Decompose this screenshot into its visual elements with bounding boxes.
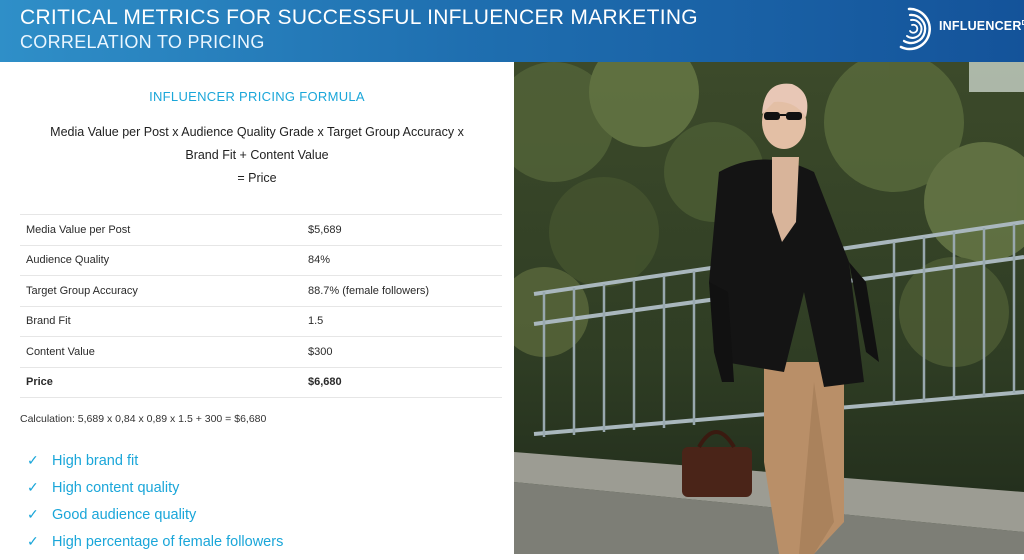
table-row: Content Value $300 (20, 336, 502, 367)
row-value: $6,680 (302, 366, 502, 398)
row-label: Media Value per Post (20, 214, 302, 245)
list-item-label: High content quality (52, 480, 180, 496)
influencerdb-logo: INFLUENCERDB (895, 3, 1024, 55)
table-row: Target Group Accuracy 88.7% (female foll… (20, 275, 502, 306)
metrics-table: Media Value per Post $5,689 Audience Qua… (20, 214, 502, 398)
formula-line-2: Brand Fit + Content Value (185, 148, 329, 162)
calculation-text: Calculation: 5,689 x 0,84 x 0,89 x 1.5 +… (20, 413, 267, 425)
table-row-total: Price $6,680 (20, 366, 502, 398)
benefits-list: ✓ High brand fit ✓ High content quality ✓ G… (27, 452, 283, 560)
list-item: ✓ High brand fit (27, 452, 283, 479)
formula-heading: INFLUENCER PRICING FORMULA (149, 89, 365, 104)
logo-wordmark: INFLUENCERDB (939, 19, 1024, 33)
photo-illustration (514, 62, 1024, 554)
table-row: Media Value per Post $5,689 (20, 214, 502, 245)
influencer-photo (514, 62, 1024, 554)
content-panel: INFLUENCER PRICING FORMULA Media Value p… (0, 62, 514, 554)
row-value: 88.7% (female followers) (302, 275, 502, 306)
table-row: Brand Fit 1.5 (20, 305, 502, 337)
row-label: Audience Quality (20, 244, 302, 276)
row-value: 84% (302, 244, 502, 276)
row-value: 1.5 (302, 305, 502, 337)
header-bar: CRITICAL METRICS FOR SUCCESSFUL INFLUENC… (0, 0, 1024, 62)
check-icon: ✓ (27, 452, 39, 468)
list-item: ✓ High content quality (27, 479, 283, 506)
row-label: Price (20, 366, 302, 398)
page-title: CRITICAL METRICS FOR SUCCESSFUL INFLUENC… (20, 6, 698, 29)
row-label: Target Group Accuracy (20, 275, 302, 306)
list-item: ✓ High percentage of female followers (27, 533, 283, 560)
logo-swirl-icon (899, 7, 931, 51)
row-value: $5,689 (302, 214, 502, 245)
row-label: Brand Fit (20, 305, 302, 337)
check-icon: ✓ (27, 533, 39, 549)
list-item-label: High brand fit (52, 453, 139, 469)
logo-wordmark-text: INFLUENCER (939, 19, 1022, 33)
page-subtitle: CORRELATION TO PRICING (20, 32, 265, 52)
check-icon: ✓ (27, 479, 39, 495)
list-item-label: High percentage of female followers (52, 534, 284, 550)
check-icon: ✓ (27, 506, 39, 522)
formula-line-1: Media Value per Post x Audience Quality … (50, 125, 464, 139)
formula-line-3: = Price (237, 171, 277, 185)
list-item-label: Good audience quality (52, 507, 197, 523)
table-row: Audience Quality 84% (20, 244, 502, 276)
list-item: ✓ Good audience quality (27, 506, 283, 533)
row-value: $300 (302, 336, 502, 367)
row-label: Content Value (20, 336, 302, 367)
